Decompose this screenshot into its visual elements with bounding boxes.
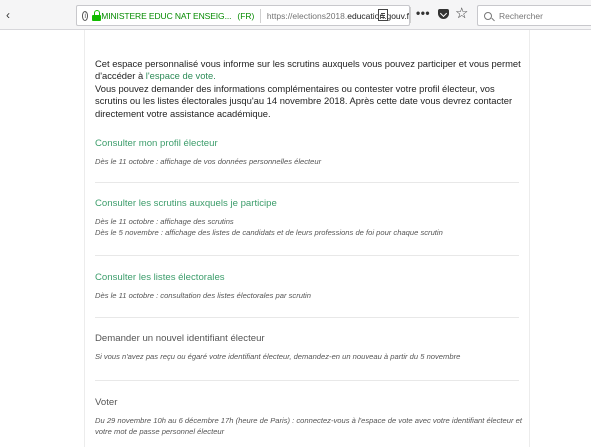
- section-description: Dès le 11 octobre : affichage de vos don…: [95, 157, 322, 166]
- lock-icon[interactable]: [92, 10, 102, 21]
- consult-scrutins-link[interactable]: Consulter les scrutins auxquels je parti…: [95, 198, 523, 210]
- toolbar-separator: [410, 7, 411, 23]
- section-description: Du 29 novembre 10h au 6 décembre 17h (he…: [95, 416, 522, 436]
- site-identity-name: MINISTERE EDUC NAT ENSEIG...: [101, 10, 232, 21]
- section-lists: Consulter les listes électorales Dès le …: [95, 272, 523, 301]
- address-bar[interactable]: i MINISTERE EDUC NAT ENSEIG... (FR) http…: [76, 5, 410, 26]
- more-icon[interactable]: •••: [416, 6, 430, 20]
- intro-text: Cet espace personnalisé vous informe sur…: [95, 58, 521, 119]
- back-arrow-icon[interactable]: ‹: [6, 8, 10, 22]
- section-divider: [95, 380, 519, 381]
- section-vote: Voter Du 29 novembre 10h au 6 décembre 1…: [95, 397, 523, 437]
- request-new-id-label: Demander un nouvel identifiant électeur: [95, 333, 265, 344]
- section-description: Si vous n'avez pas reçu ou égaré votre i…: [95, 352, 461, 361]
- section-description: Dès le 11 octobre : consultation des lis…: [95, 291, 311, 300]
- section-divider: [95, 255, 519, 256]
- search-placeholder: Rechercher: [499, 10, 543, 21]
- consult-profile-link[interactable]: Consulter mon profil électeur: [95, 138, 523, 150]
- url-separator: [260, 8, 261, 23]
- section-profile: Consulter mon profil électeur Dès le 11 …: [95, 138, 523, 167]
- section-divider: [95, 317, 519, 318]
- page-content: Cet espace personnalisé vous informe sur…: [84, 30, 530, 447]
- reader-view-icon[interactable]: [378, 9, 388, 21]
- browser-toolbar: ‹ i MINISTERE EDUC NAT ENSEIG... (FR) ht…: [0, 0, 591, 30]
- section-divider: [95, 182, 519, 183]
- section-new-id: Demander un nouvel identifiant électeur …: [95, 333, 523, 362]
- section-scrutins: Consulter les scrutins auxquels je parti…: [95, 198, 523, 238]
- vote-label: Voter: [95, 397, 118, 408]
- vote-space-link[interactable]: l'espace de vote.: [146, 70, 216, 81]
- search-icon: [484, 11, 492, 20]
- pocket-icon[interactable]: [438, 9, 449, 19]
- consult-lists-link[interactable]: Consulter les listes électorales: [95, 272, 523, 284]
- bookmark-star-icon[interactable]: ☆: [455, 4, 468, 22]
- info-icon[interactable]: i: [82, 10, 89, 21]
- search-box[interactable]: Rechercher: [477, 5, 591, 26]
- section-description: Dès le 11 octobre : affichage des scruti…: [95, 217, 443, 237]
- site-identity-country: (FR): [237, 10, 255, 21]
